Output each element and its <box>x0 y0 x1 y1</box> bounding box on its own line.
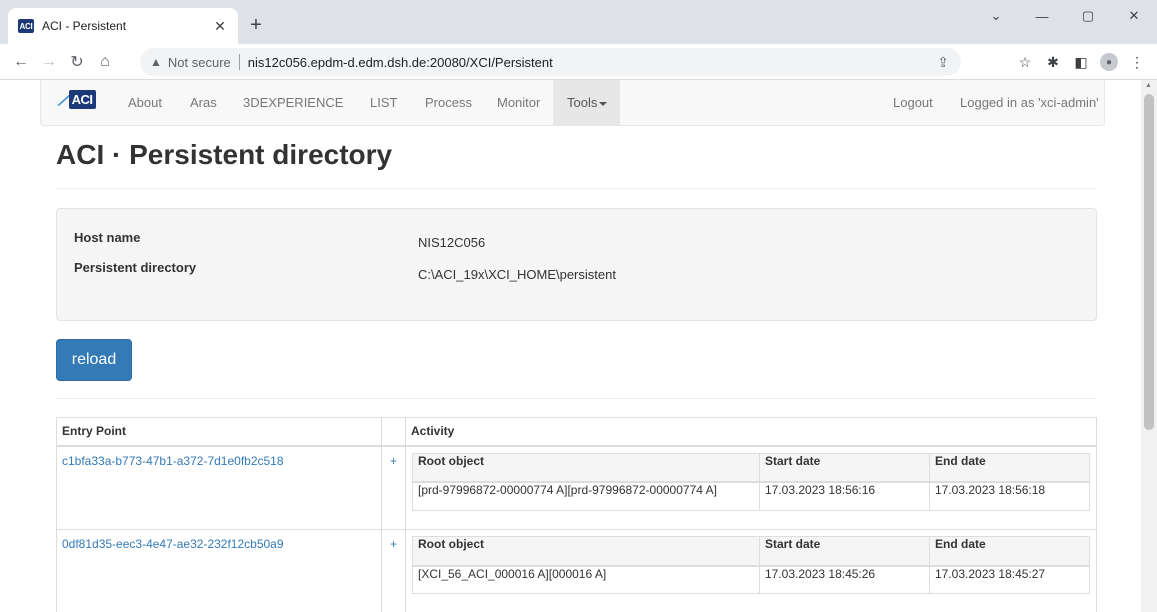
expand-plus-icon[interactable]: + <box>381 445 406 530</box>
scroll-thumb[interactable] <box>1144 94 1154 430</box>
start-date-cell: 17.03.2023 18:56:16 <box>759 481 930 511</box>
entry-point-header: Entry Point <box>56 417 382 447</box>
root-object-cell: [prd-97996872-00000774 A][prd-97996872-0… <box>412 481 760 511</box>
expand-plus-icon[interactable]: + <box>381 529 406 612</box>
profile-avatar[interactable]: ● <box>1095 49 1123 75</box>
new-tab-icon[interactable]: + <box>246 15 266 35</box>
table-row: c1bfa33a-b773-47b1-a372-7d1e0fb2c518 + R… <box>56 445 1097 530</box>
brand-text: ACI <box>68 90 96 109</box>
scroll-up-icon[interactable]: ▲ <box>1145 82 1152 89</box>
activity-table: Root object Start date End date [prd-979… <box>412 452 1090 511</box>
close-tab-icon[interactable]: ✕ <box>212 18 228 35</box>
persistent-dir-label: Persistent directory <box>74 260 197 275</box>
nav-aras[interactable]: Aras <box>190 95 217 110</box>
expand-header <box>381 417 406 447</box>
back-icon[interactable]: ← <box>8 49 34 75</box>
persistent-dir-value: C:\ACI_19x\XCI_HOME\persistent <box>418 267 616 282</box>
page-title-rest: · Persistent directory <box>104 139 393 170</box>
toolbar-right-icons: ☆ ✱ ◧ ● ⋮ <box>1011 49 1151 75</box>
start-date-header: Start date <box>759 536 930 567</box>
table-row: 0df81d35-eec3-4e47-ae32-232f12cb50a9 + R… <box>56 529 1097 612</box>
activity-row: [prd-97996872-00000774 A][prd-97996872-0… <box>412 481 1090 511</box>
end-date-header: End date <box>929 536 1090 567</box>
brand-logo[interactable]: ⟋ ACI <box>58 89 96 110</box>
activity-row: [XCI_56_ACI_000016 A][000016 A] 17.03.20… <box>412 565 1090 594</box>
browser-tab[interactable]: ACI ACI - Persistent ✕ <box>8 8 238 44</box>
host-name-value: NIS12C056 <box>418 235 486 250</box>
share-icon[interactable]: ⇪ <box>937 54 949 71</box>
persistent-table: Entry Point Activity c1bfa33a-b773-47b1-… <box>56 417 1097 612</box>
root-object-header: Root object <box>412 452 760 483</box>
nav-list[interactable]: LIST <box>370 95 397 110</box>
maximize-icon[interactable]: ▢ <box>1065 0 1111 32</box>
page-title: ACI · Persistent directory <box>56 139 392 171</box>
host-name-label: Host name <box>74 230 141 245</box>
page-viewport: ⟋ ACI About Aras 3DEXPERIENCE LIST Proce… <box>0 80 1141 612</box>
section-divider <box>56 398 1097 399</box>
nav-tools-dropdown[interactable]: Tools <box>567 95 608 110</box>
logout-link[interactable]: Logout <box>893 95 933 110</box>
root-object-header: Root object <box>412 536 760 567</box>
reload-button[interactable]: reload <box>56 339 132 381</box>
close-window-icon[interactable]: ✕ <box>1111 0 1157 32</box>
window-controls: ⌄ — ▢ ✕ <box>973 0 1157 32</box>
security-label[interactable]: Not secure <box>168 55 231 70</box>
start-date-header: Start date <box>759 452 930 483</box>
end-date-cell: 17.03.2023 18:45:27 <box>929 565 1090 594</box>
root-object-cell: [XCI_56_ACI_000016 A][000016 A] <box>412 565 760 594</box>
extensions-icon[interactable]: ✱ <box>1039 49 1067 75</box>
entry-point-link[interactable]: 0df81d35-eec3-4e47-ae32-232f12cb50a9 <box>56 529 382 612</box>
nav-tools-label: Tools <box>567 95 598 110</box>
menu-kebab-icon[interactable]: ⋮ <box>1123 49 1151 75</box>
logged-in-text: Logged in as 'xci-admin' <box>960 95 1099 110</box>
nav-3dexperience[interactable]: 3DEXPERIENCE <box>243 95 343 110</box>
home-icon[interactable]: ⌂ <box>92 49 118 75</box>
tab-search-icon[interactable]: ⌄ <box>973 0 1019 32</box>
minimize-icon[interactable]: — <box>1019 0 1065 32</box>
title-divider <box>56 188 1097 189</box>
caret-down-icon <box>599 101 608 106</box>
profile-icon: ● <box>1100 53 1118 71</box>
activity-header: Activity <box>405 417 1097 447</box>
page-title-app: ACI <box>56 139 105 170</box>
reload-page-icon[interactable]: ↻ <box>64 49 90 75</box>
forward-icon[interactable]: → <box>36 49 62 75</box>
activity-table: Root object Start date End date [XCI_56_… <box>412 536 1090 594</box>
entry-point-link[interactable]: c1bfa33a-b773-47b1-a372-7d1e0fb2c518 <box>56 445 382 530</box>
browser-tabstrip: ACI ACI - Persistent ✕ + ⌄ — ▢ ✕ <box>0 0 1157 44</box>
browser-toolbar: ← → ↻ ⌂ ▲ Not secure nis12c056.epdm-d.ed… <box>0 44 1157 80</box>
nav-monitor[interactable]: Monitor <box>497 95 540 110</box>
nav-about[interactable]: About <box>128 95 162 110</box>
host-info-panel: Host name NIS12C056 Persistent directory… <box>56 208 1097 321</box>
page-scrollbar[interactable]: ▲ <box>1141 80 1157 612</box>
start-date-cell: 17.03.2023 18:45:26 <box>759 565 930 594</box>
tab-title: ACI - Persistent <box>42 19 127 33</box>
address-bar[interactable]: ▲ Not secure nis12c056.epdm-d.edm.dsh.de… <box>140 48 961 76</box>
end-date-header: End date <box>929 452 1090 483</box>
bookmark-star-icon[interactable]: ☆ <box>1011 49 1039 75</box>
nav-process[interactable]: Process <box>425 95 472 110</box>
side-panel-icon[interactable]: ◧ <box>1067 49 1095 75</box>
end-date-cell: 17.03.2023 18:56:18 <box>929 481 1090 511</box>
activity-cell: Root object Start date End date [XCI_56_… <box>405 529 1097 612</box>
url-text[interactable]: nis12c056.epdm-d.edm.dsh.de:20080/XCI/Pe… <box>248 55 553 70</box>
warning-icon[interactable]: ▲ <box>150 55 162 69</box>
activity-cell: Root object Start date End date [prd-979… <box>405 445 1097 530</box>
app-navbar: ⟋ ACI About Aras 3DEXPERIENCE LIST Proce… <box>40 80 1105 126</box>
aci-favicon-icon: ACI <box>18 19 34 33</box>
address-separator <box>238 54 240 70</box>
